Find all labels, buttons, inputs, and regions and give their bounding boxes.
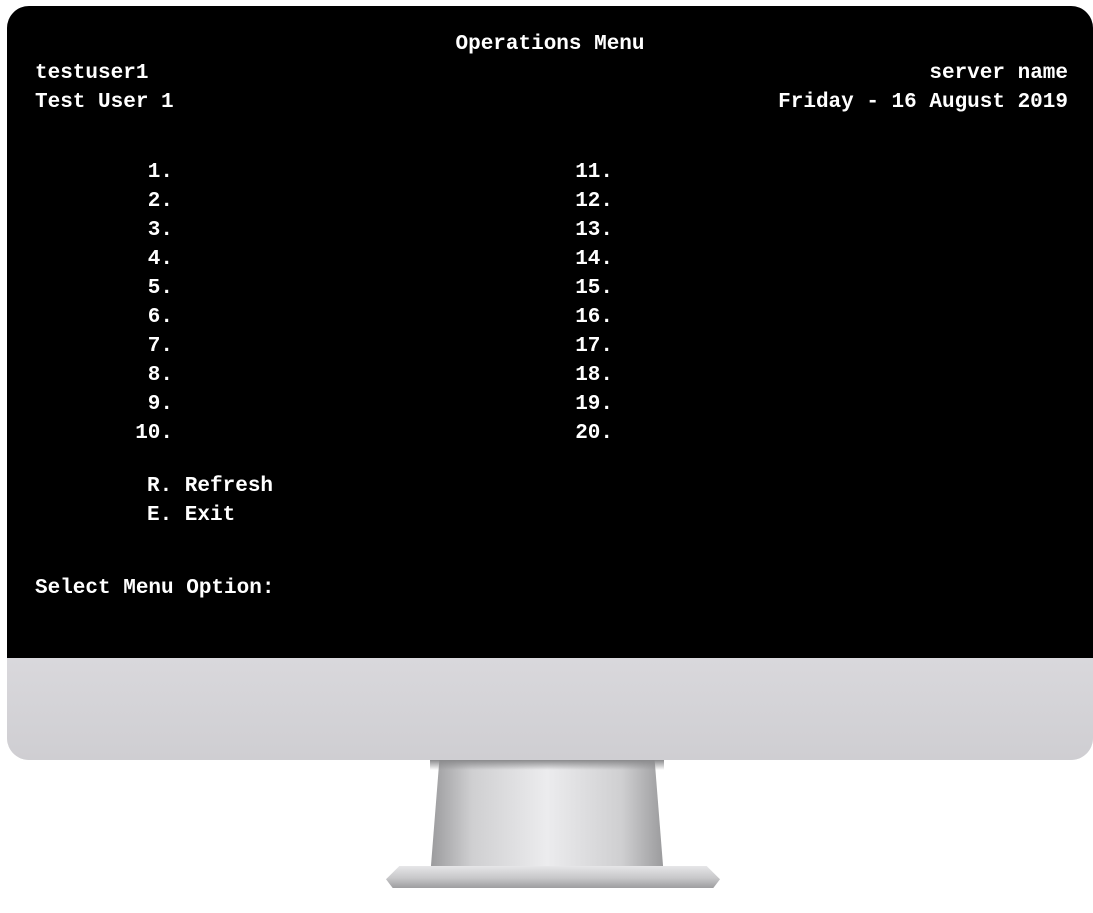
menu-item[interactable]: 10.: [107, 419, 173, 448]
user-name: Test User 1: [35, 91, 174, 114]
menu-item[interactable]: 3.: [107, 216, 173, 245]
current-date: Friday - 16 August 2019: [778, 91, 1068, 114]
monitor-stand: [430, 760, 664, 878]
menu-item[interactable]: 2.: [107, 187, 173, 216]
menu-item[interactable]: 7.: [107, 332, 173, 361]
monitor-chin: [7, 658, 1093, 760]
menu-item[interactable]: 19.: [547, 390, 613, 419]
menu-option-prompt: Select Menu Option:: [35, 577, 275, 600]
refresh-option[interactable]: R. Refresh: [147, 472, 273, 501]
menu-item[interactable]: 14.: [547, 245, 613, 274]
menu-item[interactable]: 8.: [107, 361, 173, 390]
menu-column-right: 11. 12. 13. 14. 15. 16. 17. 18. 19. 20.: [547, 158, 613, 448]
user-id: testuser1: [35, 62, 149, 85]
menu-column-left: 1. 2. 3. 4. 5. 6. 7. 8. 9. 10.: [107, 158, 173, 448]
monitor-base: [386, 866, 720, 888]
menu-item[interactable]: 20.: [547, 419, 613, 448]
menu-item[interactable]: 11.: [547, 158, 613, 187]
menu-item[interactable]: 16.: [547, 303, 613, 332]
menu-item[interactable]: 6.: [107, 303, 173, 332]
terminal-screen: Operations Menu testuser1 Test User 1 se…: [7, 6, 1093, 658]
menu-item[interactable]: 13.: [547, 216, 613, 245]
exit-option[interactable]: E. Exit: [147, 501, 235, 530]
menu-option-input[interactable]: [343, 576, 643, 602]
menu-item[interactable]: 9.: [107, 390, 173, 419]
menu-item[interactable]: 15.: [547, 274, 613, 303]
menu-item[interactable]: 4.: [107, 245, 173, 274]
page-title: Operations Menu: [455, 33, 645, 56]
menu-item[interactable]: 18.: [547, 361, 613, 390]
menu-item[interactable]: 1.: [107, 158, 173, 187]
menu-item[interactable]: 5.: [107, 274, 173, 303]
monitor: Operations Menu testuser1 Test User 1 se…: [7, 6, 1093, 760]
stand-shadow: [430, 760, 664, 770]
server-name: server name: [929, 62, 1068, 85]
menu-item[interactable]: 17.: [547, 332, 613, 361]
menu-item[interactable]: 12.: [547, 187, 613, 216]
